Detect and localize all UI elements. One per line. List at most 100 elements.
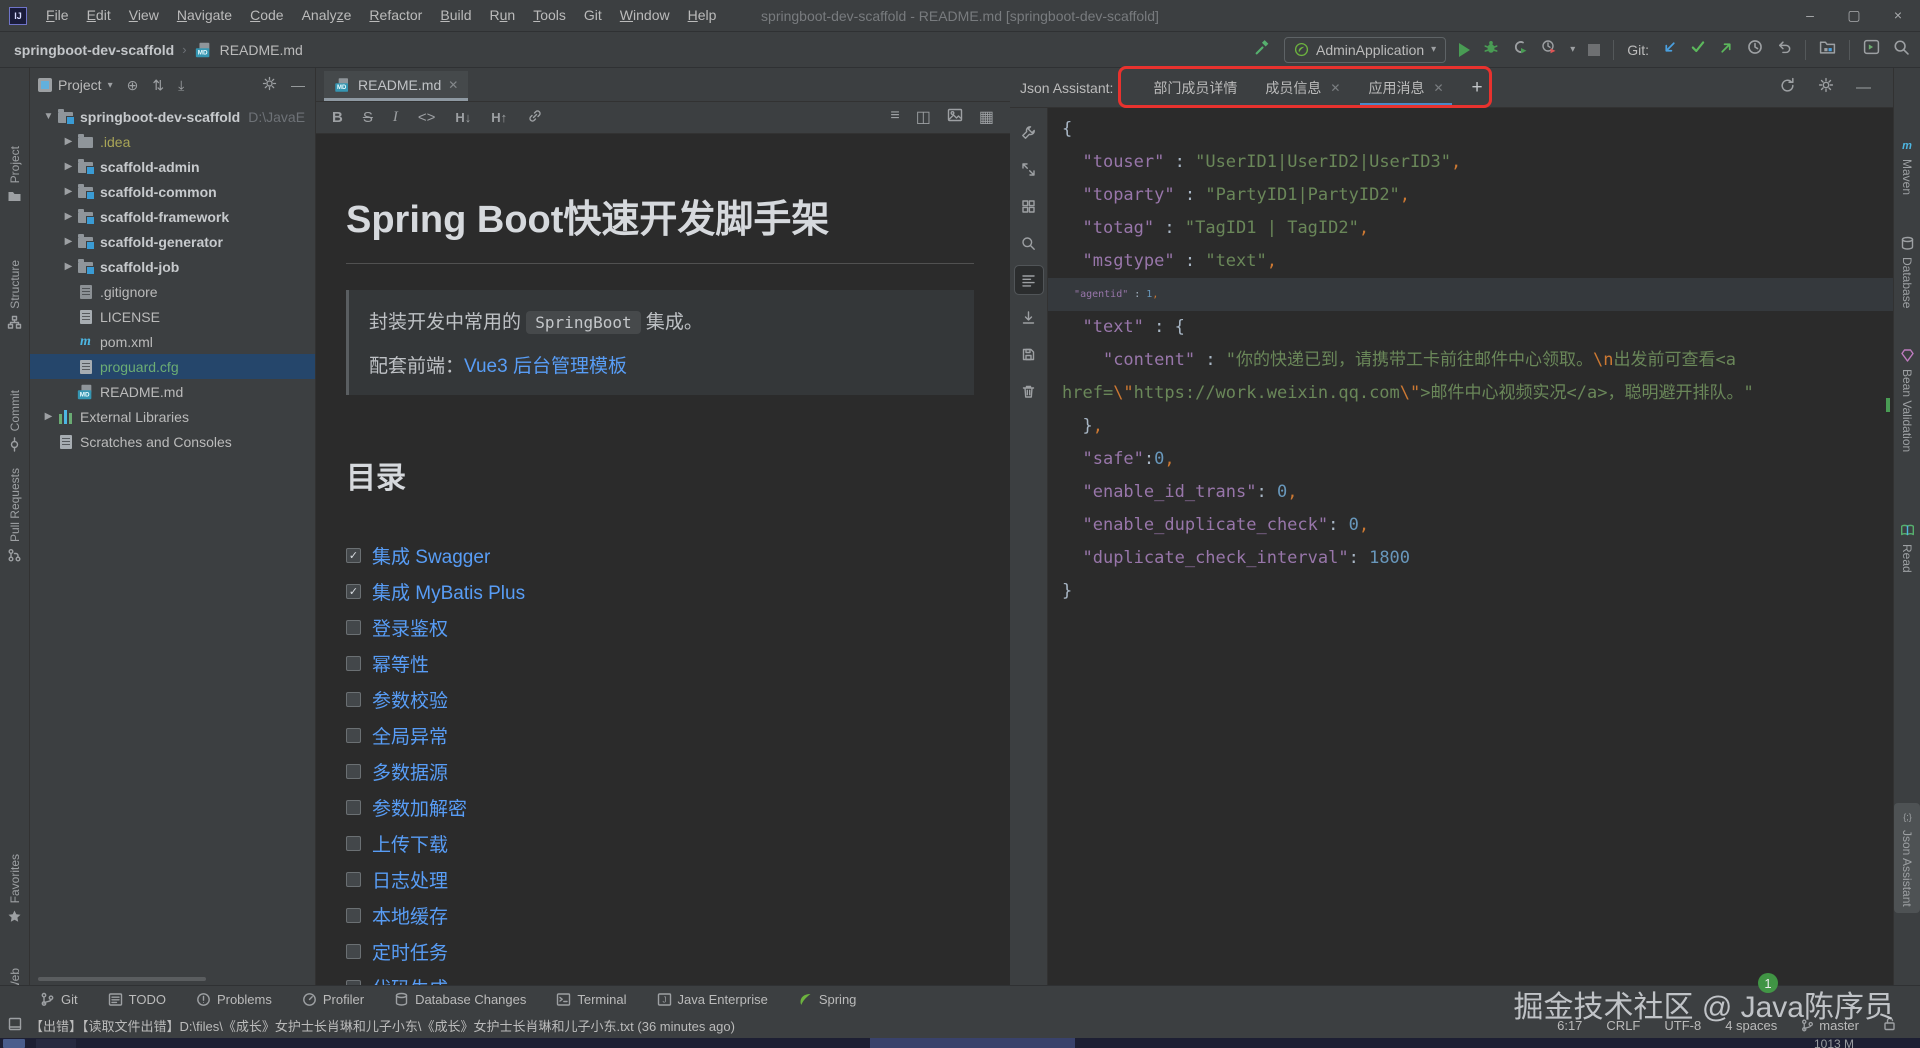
tool-strip-pull-requests[interactable]: Pull Requests (0, 468, 29, 563)
tool-strip-read[interactable]: Read (1894, 523, 1920, 573)
tree-row[interactable]: ▶ scaffold-admin (30, 154, 315, 179)
tool-window-button-spring[interactable]: Spring (798, 992, 856, 1007)
chevron-collapsed-icon[interactable]: ▶ (60, 161, 77, 172)
hide-panel-icon[interactable]: — (1856, 79, 1871, 96)
hide-panel-icon[interactable]: — (291, 77, 305, 93)
menu-build[interactable]: Build (431, 0, 480, 31)
json-tool-expand-icon[interactable] (1015, 155, 1043, 183)
menu-file[interactable]: File (37, 0, 78, 31)
editor-tab-readme[interactable]: MD README.md ✕ (324, 71, 469, 101)
tree-row[interactable]: ▶ External Libraries (30, 404, 315, 429)
chevron-collapsed-icon[interactable]: ▶ (60, 261, 77, 272)
tool-strip-bean-validation[interactable]: Bean Validation (1894, 348, 1920, 452)
expand-all-icon[interactable]: ⇅ (152, 77, 164, 94)
tree-row[interactable]: ▶ scaffold-framework (30, 204, 315, 229)
editor-view-icon[interactable]: ≡ (890, 107, 899, 128)
toc-link[interactable]: 幂等性 (372, 650, 429, 677)
json-tool-save-icon[interactable] (1015, 340, 1043, 368)
tree-row[interactable]: LICENSE (30, 304, 315, 329)
json-tool-format-lines-icon[interactable] (1013, 265, 1044, 295)
tool-window-button-todo[interactable]: TODO (108, 992, 166, 1007)
minimize-icon[interactable]: – (1788, 0, 1832, 31)
menu-navigate[interactable]: Navigate (168, 0, 241, 31)
tool-window-button-terminal[interactable]: Terminal (556, 992, 627, 1007)
chevron-collapsed-icon[interactable]: ▶ (60, 186, 77, 197)
project-settings-gear-icon[interactable] (262, 76, 277, 94)
strikethrough-icon[interactable]: S (363, 109, 373, 126)
tree-row[interactable]: ▶ scaffold-generator (30, 229, 315, 254)
toc-link[interactable]: 参数加解密 (372, 794, 467, 821)
menu-code[interactable]: Code (241, 0, 292, 31)
chevron-expanded-icon[interactable]: ▼ (40, 111, 57, 122)
build-hammer-icon[interactable] (1254, 39, 1271, 61)
tool-strip-favorites[interactable]: Favorites (0, 854, 29, 924)
close-icon[interactable]: × (1876, 0, 1920, 31)
json-tab[interactable]: 部门成员详情 (1139, 68, 1251, 107)
insert-image-icon[interactable] (947, 107, 963, 128)
split-view-icon[interactable]: ◫ (916, 107, 931, 128)
tool-strip-maven[interactable]: m Maven (1894, 138, 1920, 195)
json-tool-search-icon[interactable] (1015, 229, 1043, 257)
link-icon[interactable] (527, 108, 543, 128)
menu-edit[interactable]: Edit (78, 0, 120, 31)
heading-up-icon[interactable]: H↑ (491, 110, 507, 125)
tool-strip-structure[interactable]: Structure (0, 260, 29, 330)
add-tab-icon[interactable]: + (1458, 77, 1497, 99)
toc-link[interactable]: 集成 MyBatis Plus (372, 578, 525, 605)
tool-strip-commit[interactable]: Commit (0, 390, 29, 453)
rollback-icon[interactable] (1776, 39, 1792, 60)
toc-link[interactable]: 参数校验 (372, 686, 448, 713)
menu-analyze[interactable]: Analyze (293, 0, 361, 31)
run-configuration-select[interactable]: AdminApplication ▾ (1283, 36, 1447, 63)
tree-row[interactable]: ▶ scaffold-common (30, 179, 315, 204)
project-view-select[interactable]: Project ▾ (38, 77, 113, 93)
history-clock-icon[interactable] (1747, 39, 1763, 60)
locate-file-icon[interactable]: ⊕ (127, 77, 139, 94)
json-tool-trash-icon[interactable] (1015, 377, 1043, 405)
menu-git[interactable]: Git (575, 0, 611, 31)
tree-row[interactable]: proguard.cfg (30, 354, 315, 379)
git-update-icon[interactable] (1662, 40, 1677, 60)
tool-strip-json-assistant[interactable]: {;} Json Assistant (1894, 803, 1920, 913)
menu-view[interactable]: View (120, 0, 168, 31)
close-tab-icon[interactable]: ✕ (448, 78, 458, 92)
tool-strip-project[interactable]: Project (0, 146, 29, 204)
tree-row[interactable]: Scratches and Consoles (30, 429, 315, 454)
breadcrumb-project[interactable]: springboot-dev-scaffold (14, 42, 174, 58)
italic-icon[interactable]: I (393, 109, 398, 126)
chevron-collapsed-icon[interactable]: ▶ (40, 411, 57, 422)
changed-files-folder-icon[interactable] (1819, 39, 1836, 60)
toc-link[interactable]: 全局异常 (372, 722, 448, 749)
chevron-down-icon[interactable]: ▾ (1570, 44, 1575, 55)
search-everywhere-icon[interactable] (1893, 39, 1910, 61)
close-tab-icon[interactable]: ✕ (1433, 81, 1443, 95)
tree-row[interactable]: ▼ springboot-dev-scaffold D:\JavaE (30, 104, 315, 129)
tree-row[interactable]: .gitignore (30, 279, 315, 304)
sync-icon[interactable] (1779, 77, 1796, 99)
toc-link[interactable]: 多数据源 (372, 758, 448, 785)
run-anything-icon[interactable] (1863, 39, 1880, 60)
horizontal-scrollbar[interactable] (38, 977, 206, 981)
menu-refactor[interactable]: Refactor (360, 0, 431, 31)
json-tab[interactable]: 应用消息 ✕ (1354, 68, 1457, 107)
toc-link[interactable]: 代码生成 (372, 974, 448, 986)
toc-link[interactable]: 本地缓存 (372, 902, 448, 929)
chevron-collapsed-icon[interactable]: ▶ (60, 236, 77, 247)
maximize-icon[interactable]: ▢ (1832, 0, 1876, 31)
chevron-collapsed-icon[interactable]: ▶ (60, 211, 77, 222)
git-commit-check-icon[interactable] (1690, 39, 1706, 60)
tool-window-button-profiler[interactable]: Profiler (302, 992, 364, 1007)
tree-row[interactable]: MD README.md (30, 379, 315, 404)
menu-tools[interactable]: Tools (524, 0, 575, 31)
settings-gear-icon[interactable] (1818, 77, 1834, 98)
json-tab[interactable]: 成员信息 ✕ (1251, 68, 1354, 107)
toc-link[interactable]: 日志处理 (372, 866, 448, 893)
chevron-collapsed-icon[interactable]: ▶ (60, 136, 77, 147)
profiler-icon[interactable] (1541, 39, 1557, 60)
menu-help[interactable]: Help (679, 0, 726, 31)
tool-window-button-problems[interactable]: Problems (196, 992, 272, 1007)
tree-row[interactable]: ▶ scaffold-job (30, 254, 315, 279)
status-panel-icon[interactable] (8, 1017, 22, 1034)
heading-down-icon[interactable]: H↓ (455, 110, 471, 125)
status-message[interactable]: 【出错】【读取文件出错】D:\files\《成长》女护士长肖琳和儿子小东\《成长… (30, 1016, 735, 1035)
